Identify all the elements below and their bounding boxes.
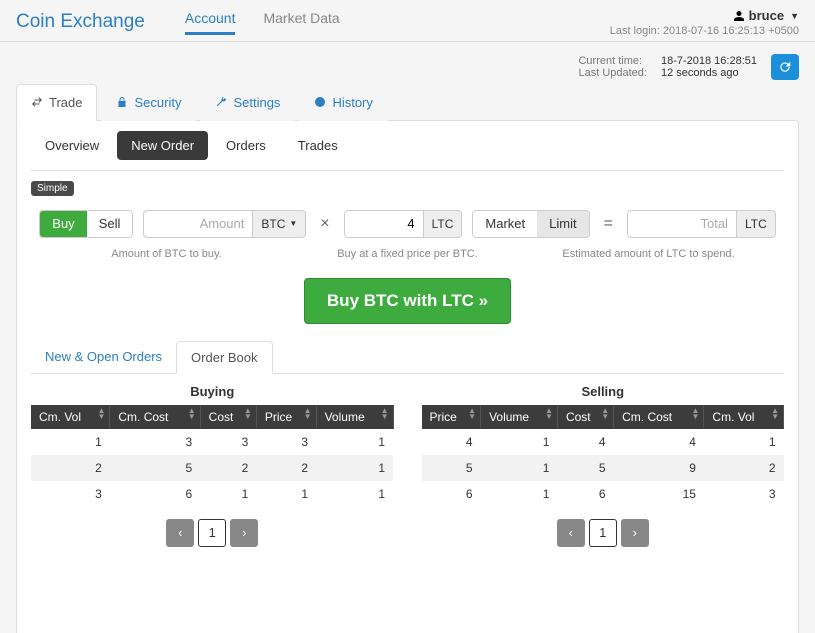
page-prev[interactable]: ‹ (557, 519, 585, 547)
buy-button[interactable]: Buy (40, 211, 86, 237)
last-updated-label: Last Updated: (578, 67, 647, 79)
tab-trade[interactable]: Trade (16, 84, 97, 121)
last-login-text: Last login: 2018-07-16 16:25:13 +0500 (610, 25, 799, 37)
market-button[interactable]: Market (473, 211, 537, 237)
tab-settings[interactable]: Settings (200, 84, 295, 121)
user-icon (733, 10, 745, 22)
user-menu[interactable]: bruce ▼ (733, 8, 799, 23)
brand-logo[interactable]: Coin Exchange (16, 11, 145, 33)
amount-input[interactable] (143, 210, 253, 238)
market-limit-toggle[interactable]: Market Limit (472, 210, 589, 238)
tab-settings-label: Settings (233, 95, 280, 110)
tab-history[interactable]: History (299, 84, 387, 121)
col-price[interactable]: Price▲▼ (422, 405, 481, 429)
subnav-trades[interactable]: Trades (284, 131, 352, 160)
page-number[interactable]: 1 (589, 519, 617, 547)
col-cm-vol[interactable]: Cm. Vol▲▼ (31, 405, 110, 429)
buying-title: Buying (31, 384, 394, 399)
page-next[interactable]: › (230, 519, 258, 547)
col-cm-vol[interactable]: Cm. Vol▲▼ (704, 405, 784, 429)
equals-symbol: = (600, 215, 617, 233)
price-unit-label: LTC (424, 210, 463, 238)
price-input[interactable] (344, 210, 424, 238)
subnav-new-order[interactable]: New Order (117, 131, 208, 160)
tab-open-orders[interactable]: New & Open Orders (31, 341, 176, 374)
submit-order-button[interactable]: Buy BTC with LTC » (304, 278, 511, 324)
current-time-value: 18-7-2018 16:28:51 (661, 55, 757, 67)
nav-market-data[interactable]: Market Data (263, 10, 339, 35)
buy-sell-toggle[interactable]: Buy Sell (39, 210, 133, 238)
table-row[interactable]: 51592 (422, 455, 784, 481)
col-volume[interactable]: Volume▲▼ (316, 405, 393, 429)
page-number[interactable]: 1 (198, 519, 226, 547)
exchange-icon (31, 96, 43, 108)
mode-badge[interactable]: Simple (31, 181, 74, 196)
table-row[interactable]: 36111 (31, 481, 393, 507)
multiply-symbol: × (316, 215, 333, 233)
col-volume[interactable]: Volume▲▼ (481, 405, 558, 429)
tab-order-book[interactable]: Order Book (176, 341, 272, 374)
amount-unit-select[interactable]: BTC ▼ (253, 210, 306, 238)
col-cost[interactable]: Cost▲▼ (557, 405, 613, 429)
amount-help: Amount of BTC to buy. (51, 248, 282, 260)
clock-icon (314, 96, 326, 108)
col-price[interactable]: Price▲▼ (256, 405, 316, 429)
current-time-label: Current time: (578, 55, 642, 67)
table-row[interactable]: 41441 (422, 429, 784, 455)
table-row[interactable]: 616153 (422, 481, 784, 507)
caret-down-icon: ▼ (790, 11, 799, 21)
tab-trade-label: Trade (49, 95, 82, 110)
lock-icon (116, 96, 128, 108)
nav-account[interactable]: Account (185, 10, 236, 35)
subnav-orders[interactable]: Orders (212, 131, 280, 160)
sell-button[interactable]: Sell (87, 211, 133, 237)
username-label: bruce (749, 8, 784, 23)
wrench-icon (215, 96, 227, 108)
limit-button[interactable]: Limit (537, 211, 588, 237)
col-cm-cost[interactable]: Cm. Cost▲▼ (614, 405, 704, 429)
caret-down-icon: ▼ (289, 219, 297, 228)
tab-security-label: Security (134, 95, 181, 110)
total-unit-label: LTC (737, 210, 776, 238)
subnav-overview[interactable]: Overview (31, 131, 113, 160)
total-help: Estimated amount of LTC to spend. (533, 248, 764, 260)
selling-book: Selling Price▲▼ Volume▲▼ Cost▲▼ Cm. Cost… (422, 384, 785, 547)
buying-book: Buying Cm. Vol▲▼ Cm. Cost▲▼ Cost▲▼ Price… (31, 384, 394, 547)
refresh-icon (778, 60, 792, 74)
price-help: Buy at a fixed price per BTC. (292, 248, 523, 260)
last-updated-value: 12 seconds ago (661, 67, 739, 79)
refresh-button[interactable] (771, 54, 799, 80)
selling-title: Selling (422, 384, 785, 399)
table-row[interactable]: 25221 (31, 455, 393, 481)
total-input[interactable] (627, 210, 737, 238)
tab-history-label: History (332, 95, 372, 110)
amount-unit-label: BTC (261, 217, 285, 231)
page-next[interactable]: › (621, 519, 649, 547)
table-row[interactable]: 13331 (31, 429, 393, 455)
tab-security[interactable]: Security (101, 84, 196, 121)
col-cost[interactable]: Cost▲▼ (200, 405, 256, 429)
col-cm-cost[interactable]: Cm. Cost▲▼ (110, 405, 200, 429)
page-prev[interactable]: ‹ (166, 519, 194, 547)
